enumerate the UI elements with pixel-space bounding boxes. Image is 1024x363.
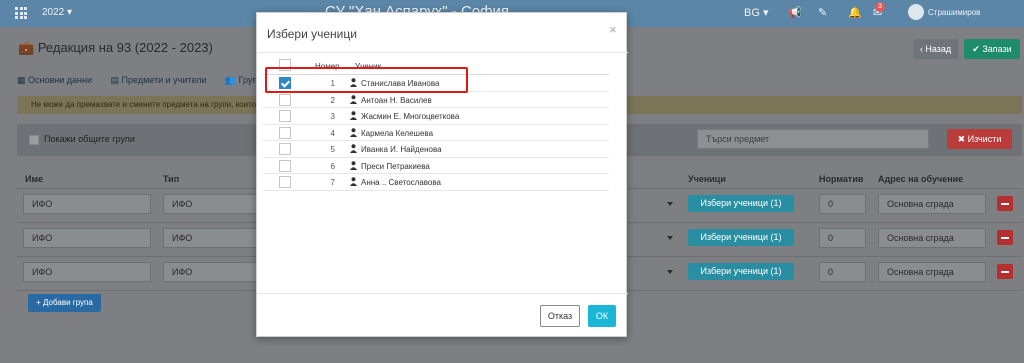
group-name-input[interactable]: ИФО (23, 194, 151, 214)
tab-basic-data[interactable]: ▦ Основни данни (17, 75, 100, 85)
ok-button[interactable]: ОК (588, 305, 616, 327)
student-number: 6 (330, 161, 335, 171)
table-row[interactable]: 4 Кармела Келешева (263, 125, 609, 141)
table-row[interactable]: 7 Анна .. Светославова (263, 174, 609, 191)
student-checkbox[interactable] (279, 93, 291, 106)
student-number: 2 (330, 95, 335, 105)
page-title: 💼 Редакция на 93 (2022 - 2023) (18, 40, 213, 56)
norm-select[interactable]: 0 (819, 262, 866, 282)
student-icon (350, 144, 357, 153)
col-name: Име (25, 174, 44, 184)
address-select[interactable]: Основна сграда (878, 228, 986, 248)
col-address: Адрес на обучение (878, 174, 964, 184)
show-common-groups-label: Покажи общите групи (44, 134, 135, 144)
page-title-text: Редакция на 93 (2022 - 2023) (37, 40, 213, 55)
table-row[interactable]: 3 Жасмин Е. Многоцветкова (263, 108, 609, 125)
student-number: 4 (330, 128, 335, 138)
select-students-button[interactable]: Избери ученици (1) (688, 229, 794, 246)
edit-icon[interactable]: ✎ (818, 6, 827, 19)
norm-select[interactable]: 0 (819, 228, 866, 248)
apps-grid-icon[interactable] (15, 7, 27, 19)
save-button[interactable]: ✔ Запази (964, 39, 1020, 59)
col-norm: Норматив (819, 174, 864, 184)
student-icon (350, 177, 357, 186)
language-select[interactable]: BG ▾ (744, 6, 768, 19)
highlight-annotation (265, 67, 468, 93)
table-row[interactable]: 6 Преси Петракиева (263, 158, 609, 174)
select-students-modal: Избери ученици × Номер Ученик 1 Станисла… (256, 12, 628, 337)
student-icon (350, 94, 357, 104)
student-checkbox[interactable] (279, 143, 291, 155)
student-number: 5 (330, 145, 335, 154)
tabs: ▦ Основни данни ▤ Предмети и учители 👥 Г… (17, 75, 278, 93)
student-checkbox[interactable] (279, 126, 291, 139)
avatar[interactable] (908, 4, 924, 20)
student-name: Жасмин Е. Многоцветкова (361, 112, 460, 121)
chevron-down-icon (667, 236, 673, 240)
student-icon (350, 127, 357, 137)
select-students-button[interactable]: Избери ученици (1) (688, 263, 794, 280)
tab-subjects-teachers[interactable]: ▤ Предмети и учители (111, 75, 215, 85)
student-name: Антоан Н. Василев (361, 95, 432, 105)
col-students: Ученици (688, 174, 726, 184)
add-group-button[interactable]: + Добави група (28, 294, 101, 312)
student-number: 7 (330, 178, 335, 187)
address-select[interactable]: Основна сграда (878, 194, 986, 214)
student-name: Преси Петракиева (361, 161, 430, 171)
chevron-down-icon (667, 270, 673, 274)
divider (257, 293, 628, 294)
col-type: Тип (163, 174, 180, 184)
student-number: 3 (330, 112, 335, 121)
chevron-down-icon (667, 202, 673, 206)
student-icon (350, 160, 357, 170)
student-checkbox[interactable] (279, 159, 291, 172)
megaphone-icon[interactable]: 📢 (788, 6, 802, 19)
student-checkbox[interactable] (279, 110, 291, 122)
student-icon (350, 111, 357, 120)
year-select[interactable]: 2022 ▾ (42, 7, 72, 18)
table-row[interactable]: 5 Иванка И. Найденова (263, 141, 609, 158)
back-button[interactable]: ‹ Назад (913, 39, 958, 59)
remove-group-button[interactable] (997, 264, 1013, 279)
briefcase-icon: 💼 (18, 40, 38, 55)
tab-subjects-teachers-label: Предмети и учители (121, 75, 207, 85)
subject-search-input[interactable]: Търси предмет (697, 129, 929, 149)
cancel-button[interactable]: Отказ (540, 305, 580, 327)
remove-group-button[interactable] (997, 196, 1013, 211)
notification-badge: 3 (875, 2, 885, 12)
norm-select[interactable]: 0 (819, 194, 866, 214)
close-icon[interactable]: × (609, 22, 617, 37)
student-name: Кармела Келешева (361, 128, 434, 138)
student-name: Анна .. Светославова (361, 178, 441, 187)
table-row[interactable]: 2 Антоан Н. Василев (263, 92, 609, 108)
divider (257, 52, 628, 53)
tab-basic-data-label: Основни данни (28, 75, 92, 85)
group-name-input[interactable]: ИФО (23, 228, 151, 248)
clear-button[interactable]: ✖ Изчисти (947, 129, 1012, 149)
show-common-groups-checkbox[interactable] (29, 135, 39, 145)
select-students-button[interactable]: Избери ученици (1) (688, 195, 794, 212)
modal-title: Избери ученици (267, 27, 357, 41)
remove-group-button[interactable] (997, 230, 1013, 245)
user-name[interactable]: Страшимиров (928, 8, 980, 17)
student-name: Иванка И. Найденова (361, 145, 442, 154)
address-select[interactable]: Основна сграда (878, 262, 986, 282)
student-checkbox[interactable] (279, 176, 291, 188)
group-name-input[interactable]: ИФО (23, 262, 151, 282)
bell-icon[interactable]: 🔔 (848, 6, 862, 19)
